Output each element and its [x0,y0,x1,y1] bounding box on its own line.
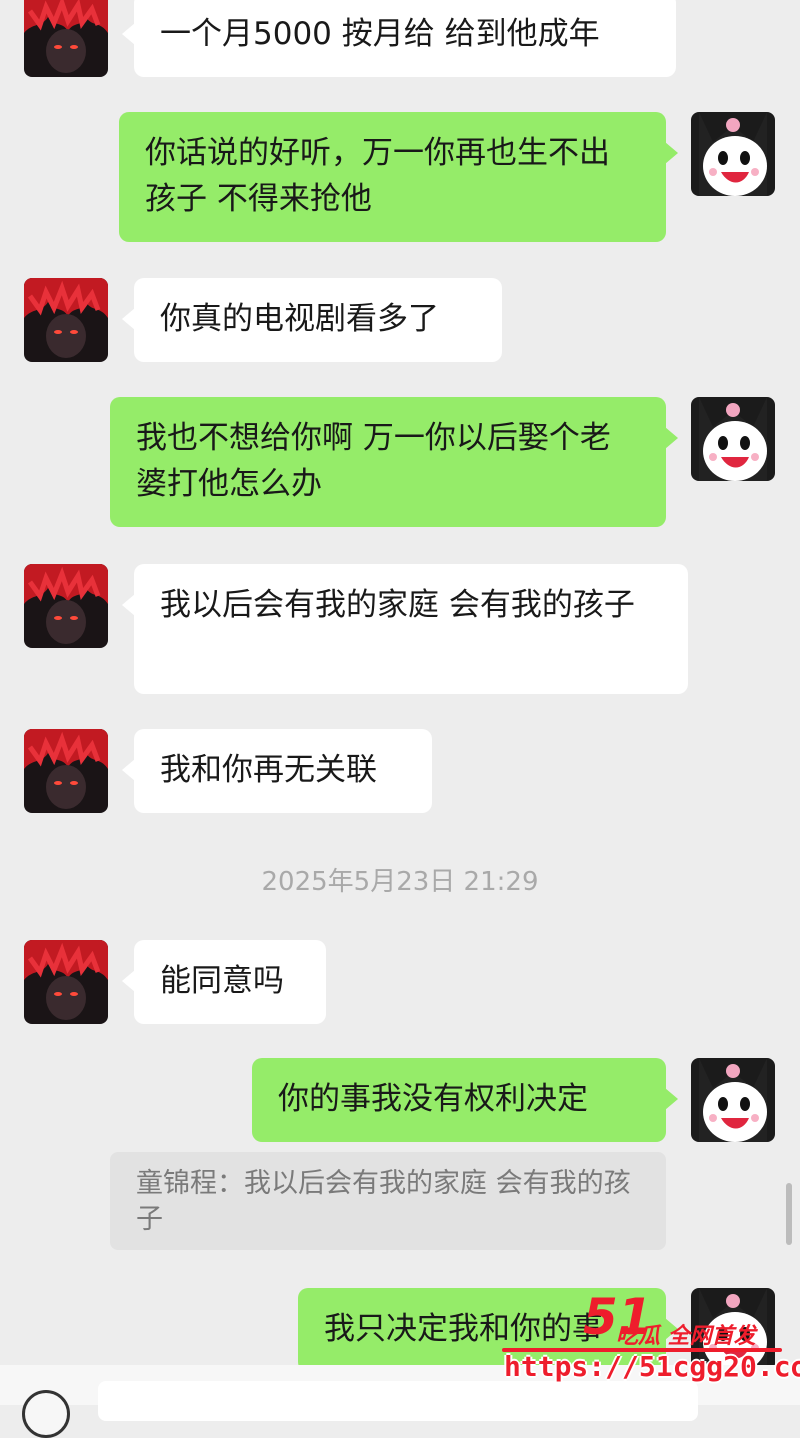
message-bubble-outgoing[interactable]: 你的事我没有权利决定 [252,1058,678,1142]
watermark-tagline: 吃瓜 全网首发 [616,1324,756,1349]
chat-timestamp: 2025年5月23日 21:29 [261,867,539,897]
message-bubble-incoming[interactable]: 我和你再无关联 [122,729,432,813]
red-haired-anime-avatar-icon [24,564,108,648]
message-text: 能同意吗 [160,963,284,999]
message-text: 你话说的好听，万一你再也生不出孩子 不得来抢他 [145,135,610,217]
voice-icon[interactable] [22,1390,70,1438]
red-haired-anime-avatar-icon [24,729,108,813]
my-avatar[interactable] [691,397,775,481]
red-haired-anime-avatar-icon [24,940,108,1024]
message-text: 一个月5000 按月给 给到他成年 [160,16,600,52]
contact-avatar[interactable] [24,729,108,813]
message-bubble-incoming[interactable]: 一个月5000 按月给 给到他成年 [122,0,676,77]
quoted-message[interactable]: 童锦程：我以后会有我的家庭 会有我的孩子 [110,1152,666,1250]
kuromi-avatar-icon [691,112,775,196]
contact-avatar[interactable] [24,0,108,77]
my-avatar[interactable] [691,1058,775,1142]
message-text: 我以后会有我的家庭 会有我的孩子 [160,587,635,623]
message-bubble-incoming[interactable]: 我以后会有我的家庭 会有我的孩子 [122,564,688,694]
scrollbar[interactable] [786,1183,792,1245]
red-haired-anime-avatar-icon [24,278,108,362]
watermark: 51 吃瓜 全网首发 https://51cgg20.com [498,1288,800,1396]
message-bubble-outgoing[interactable]: 我也不想给你啊 万一你以后娶个老婆打他怎么办 [110,397,678,527]
message-text: 我也不想给你啊 万一你以后娶个老婆打他怎么办 [136,420,611,502]
contact-avatar[interactable] [24,278,108,362]
watermark-url: https://51cgg20.com [504,1350,800,1383]
message-text: 你真的电视剧看多了 [160,301,439,337]
my-avatar[interactable] [691,112,775,196]
message-text: 你的事我没有权利决定 [278,1081,588,1117]
contact-avatar[interactable] [24,564,108,648]
message-text: 我和你再无关联 [160,752,377,788]
red-haired-anime-avatar-icon [24,0,108,77]
contact-avatar[interactable] [24,940,108,1024]
quoted-message-text: 童锦程：我以后会有我的家庭 会有我的孩子 [136,1168,631,1235]
message-bubble-incoming[interactable]: 能同意吗 [122,940,326,1024]
message-bubble-outgoing[interactable]: 你话说的好听，万一你再也生不出孩子 不得来抢他 [119,112,678,242]
message-bubble-incoming[interactable]: 你真的电视剧看多了 [122,278,502,362]
kuromi-avatar-icon [691,1058,775,1142]
kuromi-avatar-icon [691,397,775,481]
